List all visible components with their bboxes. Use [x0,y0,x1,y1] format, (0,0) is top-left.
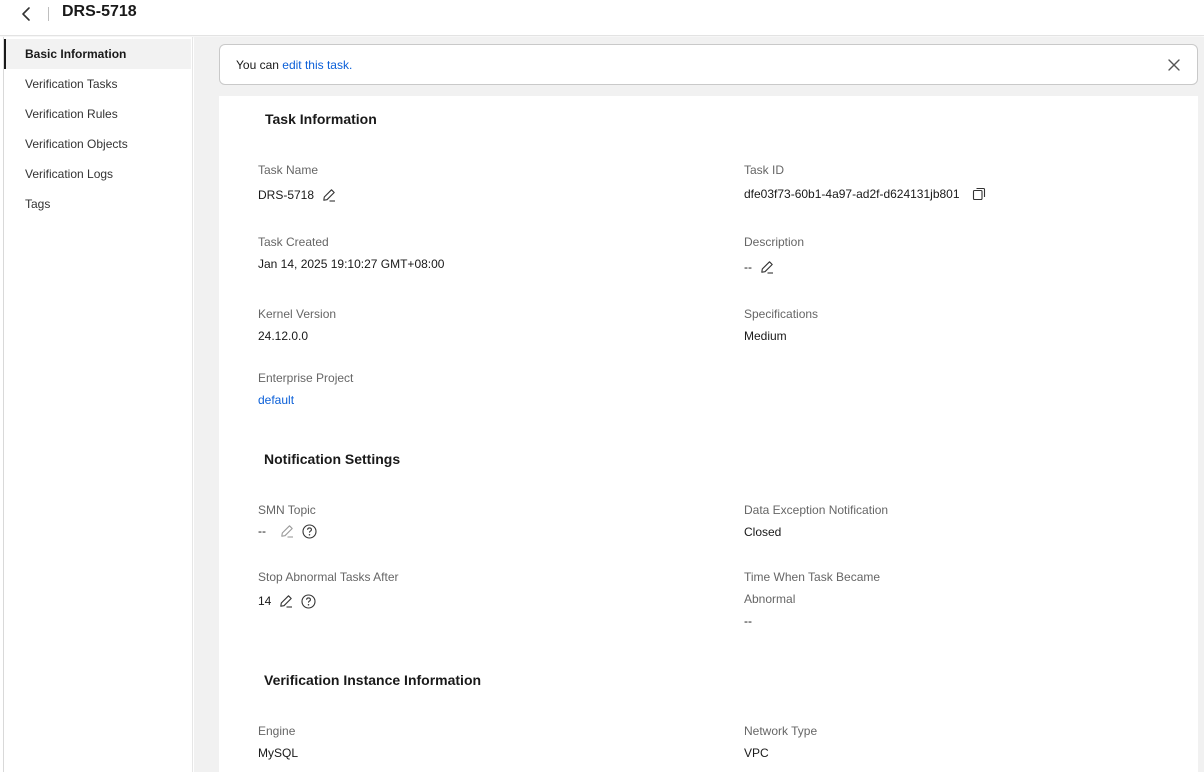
close-icon[interactable] [1167,58,1181,72]
header-divider [48,7,49,21]
edit-pencil-icon[interactable] [322,188,336,202]
kernel-version-label: Kernel Version [258,307,337,321]
edit-pencil-icon[interactable] [279,594,293,608]
stop-abnormal-tasks-label: Stop Abnormal Tasks After [258,570,399,584]
network-type-value: VPC [744,746,769,760]
section-title-verification-instance: Verification Instance Information [264,672,482,688]
enterprise-project-link[interactable]: default [258,393,294,407]
sidebar-item-verification-rules[interactable]: Verification Rules [4,99,191,129]
engine-value: MySQL [258,746,299,760]
enterprise-project-label: Enterprise Project [258,371,354,385]
task-created-value: Jan 14, 2025 19:10:27 GMT+08:00 [258,257,445,271]
smn-topic-label: SMN Topic [258,503,316,517]
sidebar-item-tags[interactable]: Tags [4,189,191,219]
sidebar-item-verification-tasks[interactable]: Verification Tasks [4,69,191,99]
edit-task-link[interactable]: edit this task. [282,58,352,72]
data-exception-notification-label: Data Exception Notification [744,503,889,517]
task-id-value: dfe03f73-60b1-4a97-ad2f-d624131jb801 [744,187,986,201]
back-arrow-icon[interactable] [18,5,36,23]
edit-pencil-icon[interactable] [280,524,294,538]
help-icon[interactable] [301,594,316,609]
section-title-notification-settings: Notification Settings [264,451,401,467]
task-name-text: DRS-5718 [258,188,315,202]
specifications-label: Specifications [744,307,819,321]
edit-pencil-icon[interactable] [760,260,774,274]
task-id-text: dfe03f73-60b1-4a97-ad2f-d624131jb801 [744,187,960,201]
specifications-value: Medium [744,329,787,343]
sidebar-item-basic-information[interactable]: Basic Information [4,39,191,69]
description-value: -- [744,260,774,274]
stop-abnormal-tasks-value: 14 [258,594,316,609]
time-task-became-abnormal-label-line2: Abnormal [744,592,796,606]
task-name-label: Task Name [258,163,319,177]
notice-prefix: You can [236,58,283,72]
time-task-became-abnormal-label-line1: Time When Task Became [744,570,881,584]
notice-text: You can edit this task. [236,58,352,72]
engine-label: Engine [258,724,296,738]
details-card [219,96,1198,772]
time-task-became-abnormal-value: -- [744,614,752,628]
copy-icon[interactable] [972,187,986,201]
task-name-value: DRS-5718 [258,188,336,202]
section-title-task-information: Task Information [265,111,377,127]
kernel-version-value: 24.12.0.0 [258,329,309,343]
description-text: -- [744,260,752,274]
edit-notice-banner: You can edit this task. [219,44,1198,85]
smn-topic-text: -- [258,524,266,538]
sidebar-item-verification-objects[interactable]: Verification Objects [4,129,191,159]
data-exception-notification-value: Closed [744,525,782,539]
network-type-label: Network Type [744,724,818,738]
page-title: DRS-5718 [62,3,137,20]
description-label: Description [744,235,805,249]
page-header: DRS-5718 [0,0,1204,36]
smn-topic-value: -- [258,524,317,539]
stop-abnormal-tasks-text: 14 [258,594,272,608]
task-created-label: Task Created [258,235,329,249]
help-icon[interactable] [302,524,317,539]
task-id-label: Task ID [744,163,785,177]
sidebar-item-verification-logs[interactable]: Verification Logs [4,159,191,189]
enterprise-project-value: default [258,393,294,407]
